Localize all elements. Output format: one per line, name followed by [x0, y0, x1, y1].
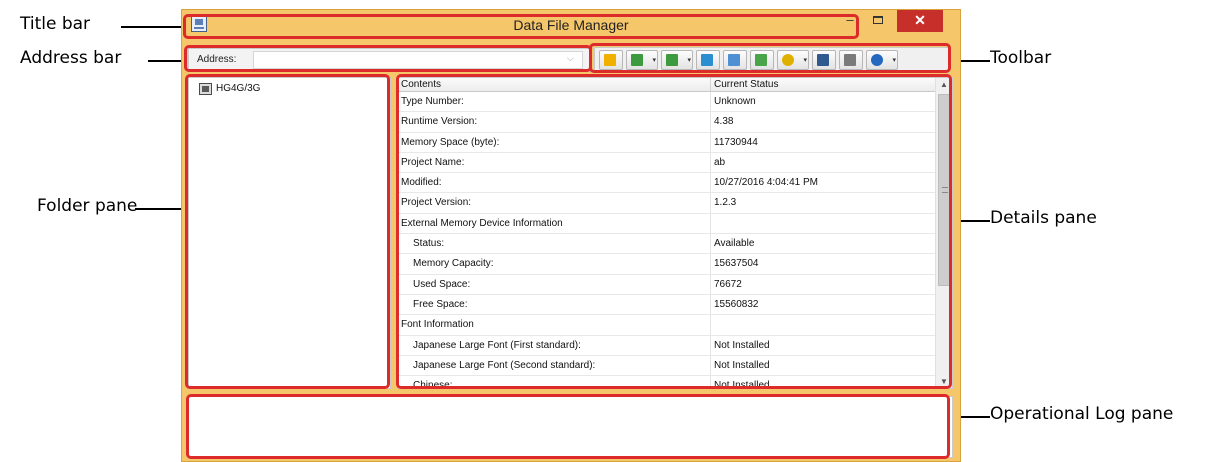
highlight-folder-pane: [185, 74, 390, 389]
callout-folder-pane: Folder pane: [37, 196, 138, 216]
callout-line-folder-pane: [135, 208, 185, 210]
callout-details-pane: Details pane: [990, 208, 1097, 228]
callout-log-pane: Operational Log pane: [990, 404, 1174, 424]
highlight-details-pane: [396, 74, 952, 389]
highlight-title-bar: [183, 14, 859, 39]
callout-line-address-bar: [148, 60, 185, 62]
highlight-log-pane: [186, 394, 950, 459]
callout-address-bar: Address bar: [20, 48, 122, 68]
highlight-address-bar: [184, 45, 592, 72]
maximize-button[interactable]: [865, 10, 891, 32]
maximize-icon: [873, 16, 883, 24]
close-button[interactable]: ✕: [897, 10, 943, 32]
highlight-toolbar: [589, 43, 951, 73]
callout-line-title-bar: [121, 26, 183, 28]
callout-title-bar: Title bar: [20, 14, 91, 34]
callout-toolbar: Toolbar: [990, 48, 1052, 68]
